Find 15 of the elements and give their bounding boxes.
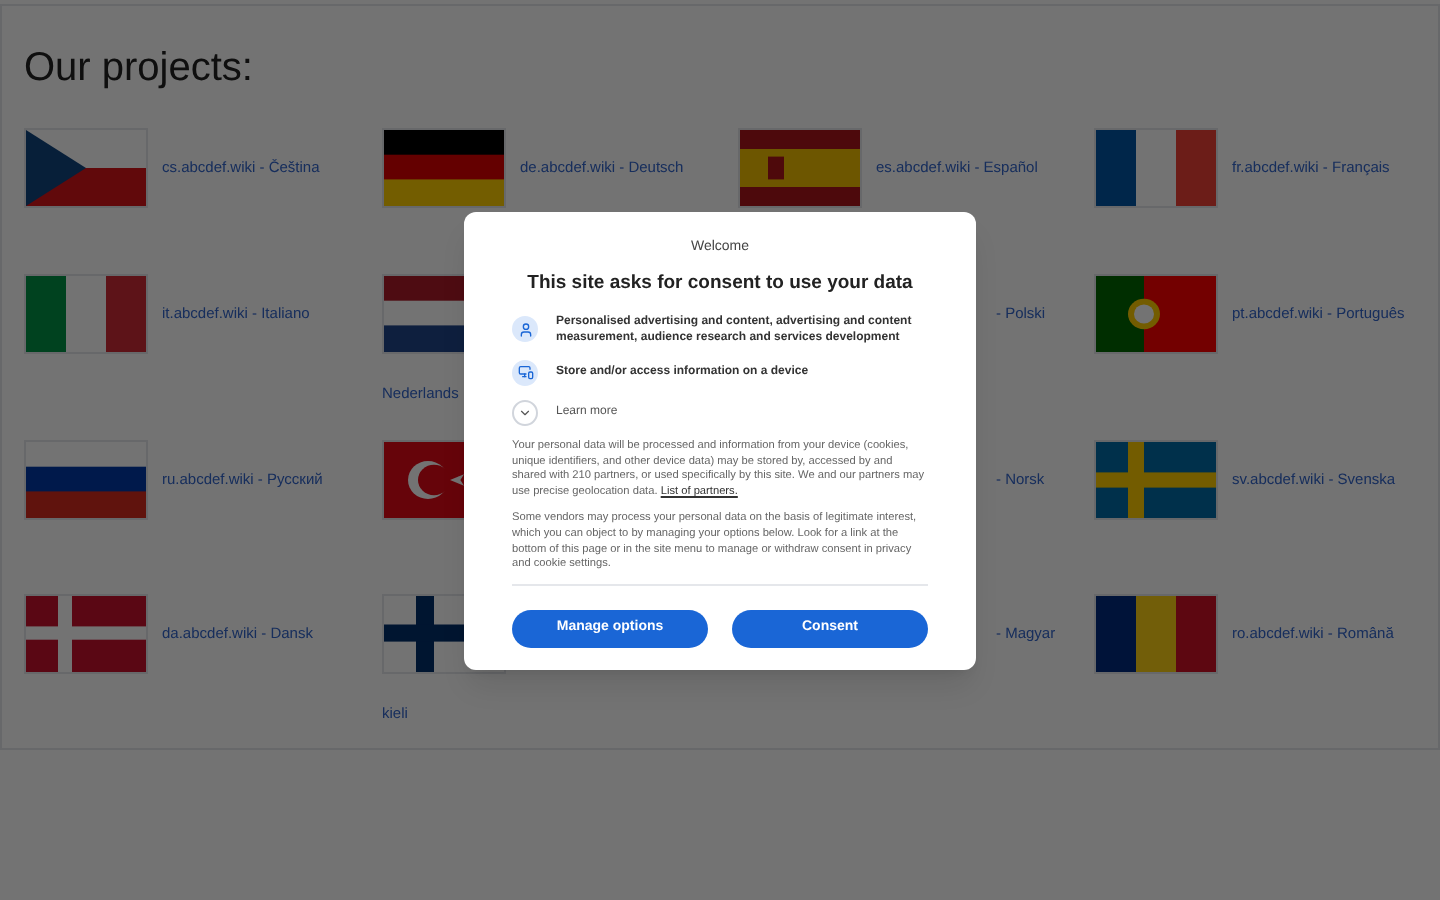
chevron-down-icon[interactable] xyxy=(512,399,538,426)
flag-icon xyxy=(24,440,148,520)
flag-icon xyxy=(1094,274,1218,354)
flag-icon xyxy=(24,274,148,354)
page-heading: Our projects: xyxy=(24,44,255,94)
flag-icon xyxy=(382,128,506,208)
flag-icon xyxy=(24,594,148,674)
dialog-title: This site asks for consent to use your data xyxy=(525,269,915,297)
flag-icon xyxy=(738,128,862,208)
flag-icon xyxy=(1094,594,1218,674)
flag-icon xyxy=(1094,128,1218,208)
person-icon xyxy=(512,316,538,343)
flag-icon xyxy=(1094,440,1218,520)
device-icon xyxy=(512,359,538,386)
flag-icon xyxy=(24,128,148,208)
